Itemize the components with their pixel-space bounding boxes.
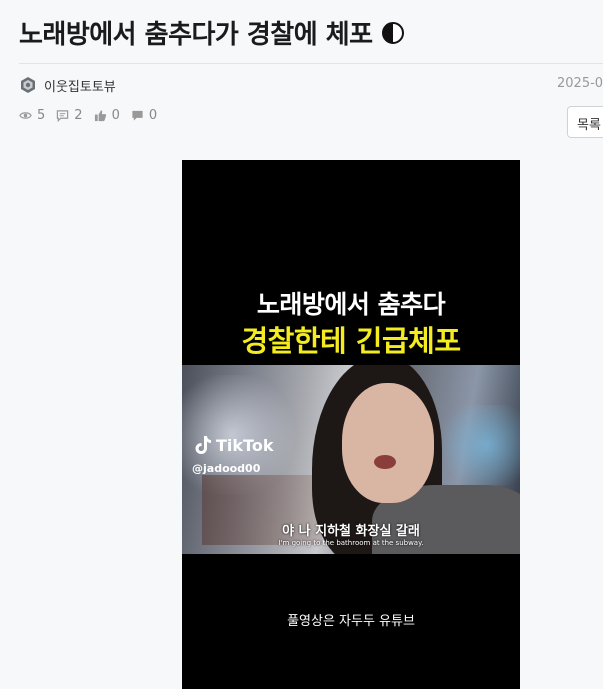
author-row[interactable]: 이웃집토토뷰 [19,74,116,96]
video-bottom-caption: 풀영상은 자두두 유튜브 [287,614,415,629]
post-title-text: 노래방에서 춤추다가 경찰에 체포 [19,20,373,50]
likes-stat: 0 [94,108,120,123]
comments-count: 2 [74,108,83,123]
person-mouth [374,455,396,469]
background-blur [432,405,520,485]
title-divider [19,63,603,64]
video-subtitle-english: I'm going to the bathroom at the subway. [278,539,424,547]
tiktok-handle: @jadood00 [192,462,261,475]
video-headline-line1: 노래방에서 춤추다 [256,290,446,319]
post-date: 2025-06 [557,76,603,91]
views-count: 5 [37,108,46,123]
eye-icon [19,112,32,119]
tiktok-label: TikTok [216,435,274,455]
video-subtitle-korean: 야 나 지하철 화장실 갈래 [282,524,420,539]
half-circle-icon [381,21,405,45]
views-stat: 5 [19,108,45,123]
dislikes-count: 0 [148,108,158,123]
post-title: 노래방에서 춤추다가 경찰에 체포 [19,14,405,51]
list-button[interactable]: 목록 [567,106,603,138]
post-page: 노래방에서 춤추다가 경찰에 체포 이웃집토토뷰 2025-06 5 [0,0,603,689]
video-headline-line2: 경찰한테 긴급체포 [241,324,461,358]
author-name[interactable]: 이웃집토토뷰 [44,76,116,95]
likes-count: 0 [111,108,120,123]
speech-bubble-icon [132,110,143,121]
tiktok-icon [195,436,211,454]
dislikes-stat: 0 [131,108,157,123]
video-player[interactable]: 노래방에서 춤추다 경찰한테 긴급체포 TikTok @jadood00 야 나… [182,160,520,689]
video-frame: TikTok @jadood00 야 나 지하철 화장실 갈래 I'm goin… [182,365,520,554]
post-stats: 5 2 0 0 [19,108,168,123]
person-face [342,383,434,503]
avatar[interactable] [19,76,37,94]
comment-icon [57,110,69,122]
tiktok-watermark: TikTok [194,435,273,455]
comments-stat: 2 [56,108,83,123]
thumbs-up-icon [94,110,106,122]
